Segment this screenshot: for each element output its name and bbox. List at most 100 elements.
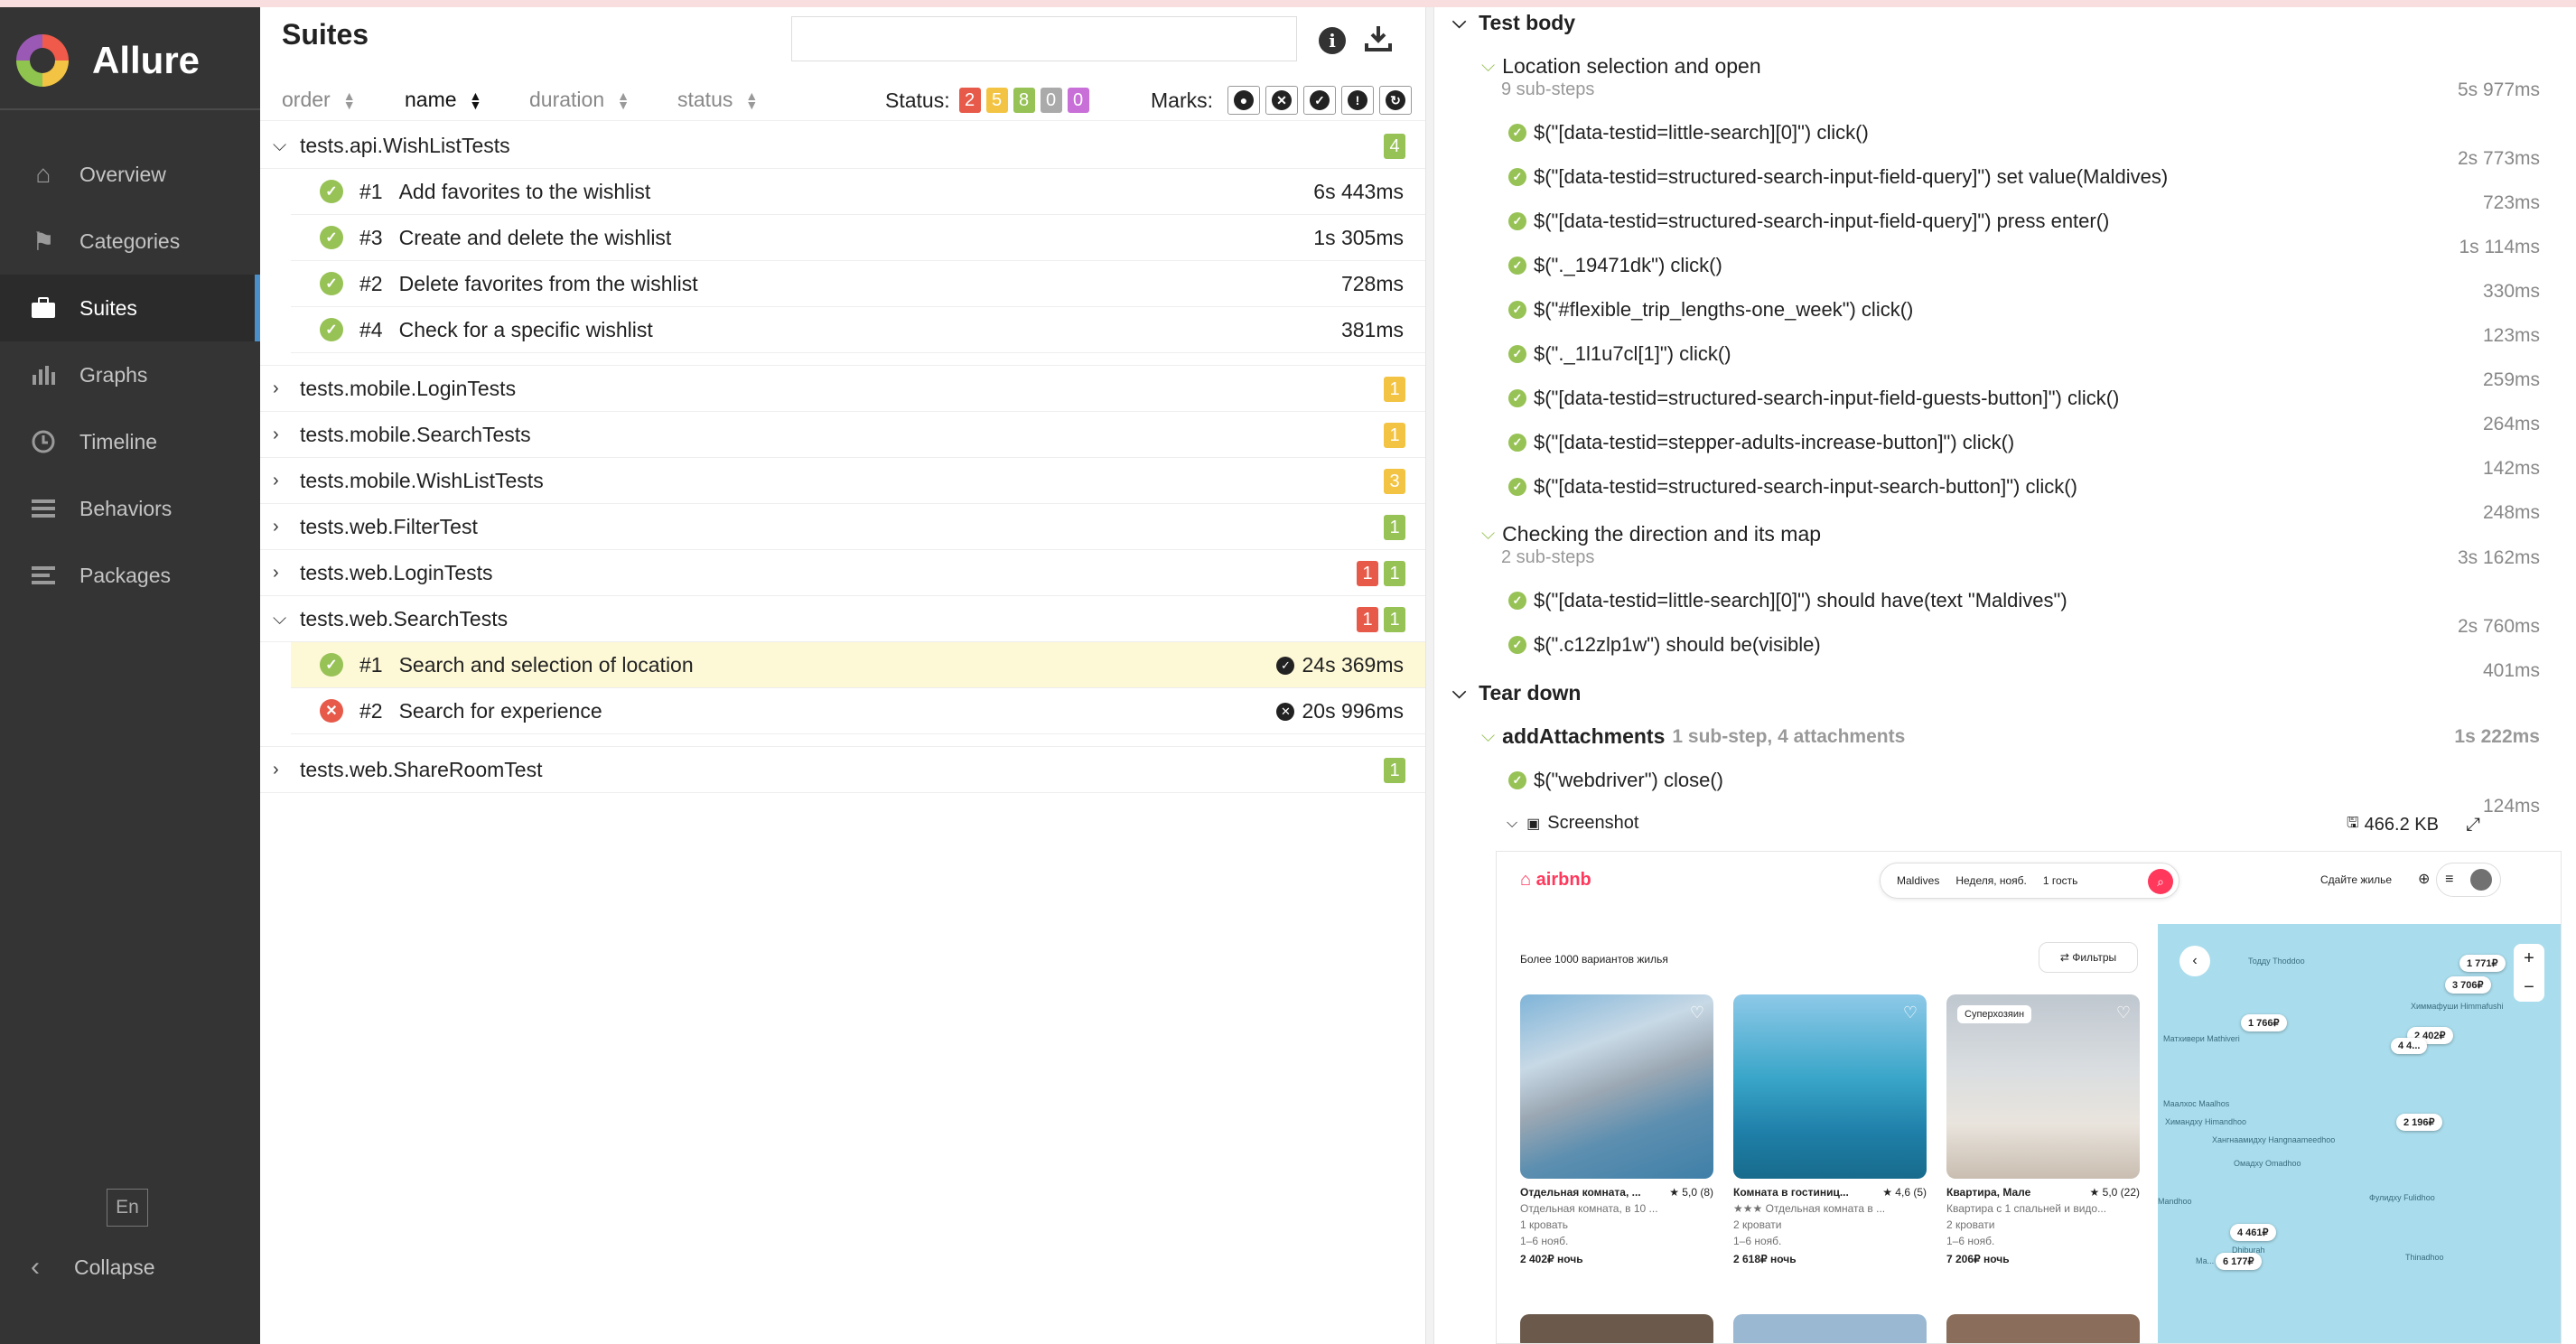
suite-group[interactable]: ⌵ tests.api.WishListTests 4 xyxy=(260,123,1425,169)
status-passed-toggle[interactable]: 8 xyxy=(1013,88,1035,113)
search-input[interactable] xyxy=(791,16,1297,61)
mark-retries-toggle[interactable]: ↻ xyxy=(1379,86,1412,115)
status-broken-toggle[interactable]: 5 xyxy=(985,88,1008,113)
mark-new-passed-toggle[interactable]: ✓ xyxy=(1303,86,1336,115)
listing-photo xyxy=(1946,1314,2140,1343)
listing-price: 2 402₽ ночь xyxy=(1520,1253,1583,1265)
step-row[interactable]: ✓ $("[data-testid=structured-search-input… xyxy=(1508,210,2109,233)
mark-new-failed-toggle[interactable]: ✕ xyxy=(1265,86,1298,115)
sidebar-item-label: Graphs xyxy=(79,362,148,387)
app-name: Allure xyxy=(92,39,201,81)
attachment-size: 🖫 466.2 KB ⤢ xyxy=(2347,813,2480,837)
tear-down-section[interactable]: ⌵ Tear down xyxy=(1452,681,1581,705)
sidebar-item-overview[interactable]: ⌂ Overview xyxy=(0,141,260,208)
passed-status-icon: ✓ xyxy=(320,180,343,203)
suite-counts: 1 1 xyxy=(1351,607,1405,632)
section-title: Tear down xyxy=(1479,681,1582,705)
suite-group[interactable]: › tests.mobile.WishListTests 3 xyxy=(260,458,1425,504)
suite-group[interactable]: › tests.mobile.LoginTests 1 xyxy=(260,366,1425,412)
test-case-row[interactable]: ✓ #3 Create and delete the wishlist 1s 3… xyxy=(291,215,1425,261)
language-button[interactable]: En xyxy=(107,1189,148,1227)
test-case-row[interactable]: ✓ #1 Add favorites to the wishlist 6s 44… xyxy=(291,169,1425,215)
sidebar-item-behaviors[interactable]: Behaviors xyxy=(0,475,260,542)
mark-flaky-toggle[interactable]: ● xyxy=(1227,86,1260,115)
suite-counts: 1 1 xyxy=(1351,561,1405,586)
count-badge: 1 xyxy=(1384,515,1405,540)
clock-icon xyxy=(27,428,60,455)
check-circle-icon: ✓ xyxy=(1276,656,1295,675)
suite-name: tests.mobile.WishListTests xyxy=(300,468,544,492)
test-case-row[interactable]: ✓ #4 Check for a specific wishlist 381ms xyxy=(291,307,1425,353)
count-badge: 1 xyxy=(1357,607,1378,632)
info-icon[interactable]: i xyxy=(1319,27,1346,54)
sidebar-item-label: Categories xyxy=(79,229,181,253)
step-row[interactable]: ✓ $("._1l1u7cl[1]") click() xyxy=(1508,342,1731,366)
step-row[interactable]: ✓ $("[data-testid=little-search][0]") cli… xyxy=(1508,121,1869,145)
passed-status-icon: ✓ xyxy=(1508,478,1526,496)
sidebar-item-packages[interactable]: Packages xyxy=(0,542,260,609)
sidebar-item-suites[interactable]: Suites xyxy=(0,275,260,341)
count-badge: 1 xyxy=(1384,561,1405,586)
suite-group[interactable]: › tests.web.LoginTests 1 1 xyxy=(260,550,1425,596)
suite-group[interactable]: ⌵ tests.web.SearchTests 1 1 xyxy=(260,596,1425,642)
case-name: Add favorites to the wishlist xyxy=(398,179,651,203)
step-checking-direction[interactable]: ⌵ Checking the direction and its map xyxy=(1481,522,1821,546)
expand-icon[interactable]: ⤢ xyxy=(2466,815,2480,835)
mark-new-broken-toggle[interactable]: ! xyxy=(1341,86,1374,115)
sort-order[interactable]: order ▲ ▼ xyxy=(282,88,356,112)
step-row[interactable]: ✓ $("._19471dk") click() xyxy=(1508,254,1722,277)
attachment-screenshot-header[interactable]: ⌵ ▣ Screenshot xyxy=(1507,813,1638,834)
step-row[interactable]: ✓ $(".c12zlp1w") should be(visible) xyxy=(1508,633,1821,657)
chevron-down-icon: ⌵ xyxy=(1452,13,1467,33)
attachment-size-value: 466.2 KB xyxy=(2364,815,2439,835)
pane-resize-handle[interactable] xyxy=(1425,7,1434,1344)
sidebar-item-timeline[interactable]: Timeline xyxy=(0,408,260,475)
listing-title-row: Квартира, Мале ★ 5,0 (22) xyxy=(1946,1186,2140,1199)
sort-name[interactable]: name ▲ ▼ xyxy=(405,88,481,112)
test-body-section[interactable]: ⌵ Test body xyxy=(1452,11,1575,35)
passed-status-icon: ✓ xyxy=(320,226,343,249)
listing-rating: ★ 5,0 (8) xyxy=(1669,1186,1713,1199)
sidebar-item-categories[interactable]: ⚑ Categories xyxy=(0,208,260,275)
allure-logo[interactable]: Allure xyxy=(16,34,200,87)
step-location-selection[interactable]: ⌵ Location selection and open xyxy=(1481,54,1761,79)
sort-arrows-icon: ▲ ▼ xyxy=(342,88,356,112)
step-row[interactable]: ✓ $("[data-testid=structured-search-input… xyxy=(1508,475,2077,499)
step-row[interactable]: ✓ $("#flexible_trip_lengths-one_week") cl… xyxy=(1508,298,1913,322)
step-row[interactable]: ✓ $("webdriver") close() xyxy=(1508,769,1723,792)
status-unknown-toggle[interactable]: 0 xyxy=(1067,88,1089,113)
x-circle-icon: ✕ xyxy=(1276,702,1295,721)
listing-title-row: Отдельная комната, ... ★ 5,0 (8) xyxy=(1520,1186,1713,1199)
suite-group[interactable]: › tests.web.FilterTest 1 xyxy=(260,504,1425,550)
download-icon[interactable] xyxy=(1364,23,1393,60)
sort-duration[interactable]: duration ▲ ▼ xyxy=(529,88,630,112)
step-row[interactable]: ✓ $("[data-testid=structured-search-input… xyxy=(1508,165,2168,189)
status-skipped-toggle[interactable]: 0 xyxy=(1040,88,1062,113)
listing-title-row: Комната в гостиниц... ★ 4,6 (5) xyxy=(1733,1186,1927,1199)
test-case-row[interactable]: ✕ #2 Search for experience ✕ 20s 996ms xyxy=(291,688,1425,734)
collapse-button[interactable]: ‹ Collapse xyxy=(31,1252,155,1283)
map-price-pin: 6 177₽ xyxy=(2216,1253,2262,1270)
case-number: #2 xyxy=(359,271,383,295)
case-number: #1 xyxy=(359,179,383,203)
suite-group[interactable]: › tests.mobile.SearchTests 1 xyxy=(260,412,1425,458)
airbnb-listing-card: ♡ Комната в гостиниц... ★ 4,6 (5) ★★★ Отд… xyxy=(1733,994,1927,1265)
sidebar-item-label: Suites xyxy=(79,295,137,320)
marks-filter: Marks: ● ✕ ✓ ! ↻ xyxy=(1151,79,1412,121)
flag-icon: ⚑ xyxy=(32,227,55,256)
step-row[interactable]: ✓ $("[data-testid=stepper-adults-increase… xyxy=(1508,431,2014,454)
status-failed-toggle[interactable]: 2 xyxy=(958,88,981,113)
save-icon[interactable]: 🖫 xyxy=(2347,813,2359,837)
step-add-attachments[interactable]: ⌵ addAttachments 1 sub-step, 4 attachmen… xyxy=(1481,724,1905,749)
step-row[interactable]: ✓ $("[data-testid=structured-search-input… xyxy=(1508,387,2119,410)
step-row[interactable]: ✓ $("[data-testid=little-search][0]") sho… xyxy=(1508,589,2067,612)
test-case-row-selected[interactable]: ✓ #1 Search and selection of location ✓ 2… xyxy=(291,642,1425,688)
suite-group[interactable]: › tests.web.ShareRoomTest 1 xyxy=(260,747,1425,793)
case-duration-wrap: ✕ 20s 996ms xyxy=(1276,699,1404,723)
step-label: $("[data-testid=structured-search-input-… xyxy=(1534,387,2120,409)
sort-status[interactable]: status ▲ ▼ xyxy=(677,88,758,112)
sidebar-item-graphs[interactable]: Graphs xyxy=(0,341,260,408)
sidebar-item-label: Overview xyxy=(79,162,166,186)
case-duration: 24s 369ms xyxy=(1302,653,1404,677)
test-case-row[interactable]: ✓ #2 Delete favorites from the wishlist … xyxy=(291,261,1425,307)
